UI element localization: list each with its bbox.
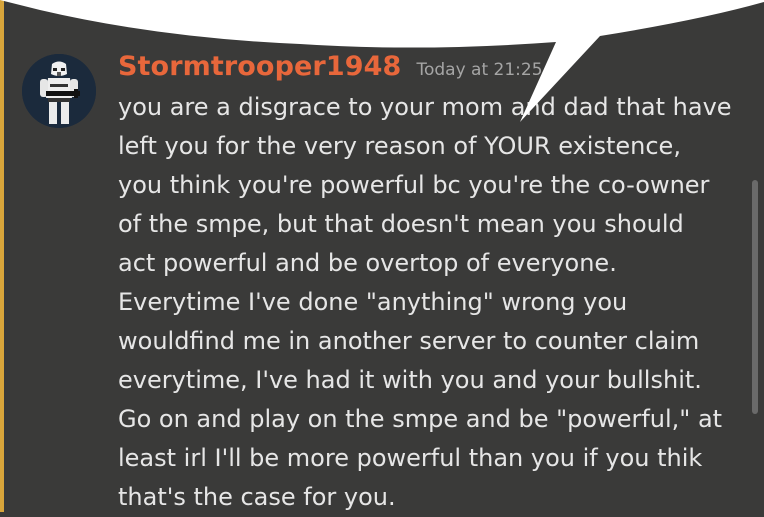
- message-line: that's the case for you.: [118, 483, 396, 511]
- message-line: of the smpe, but that doesn't mean you s…: [118, 210, 684, 238]
- message-line: left you for the very reason of YOUR exi…: [118, 132, 681, 160]
- message-line: Go on and play on the smpe and be "power…: [118, 405, 723, 433]
- message-line: you are a disgrace to your mom and dad t…: [118, 93, 732, 121]
- message-header: Stormtrooper1948 Today at 21:25: [118, 51, 543, 82]
- username-link[interactable]: Stormtrooper1948: [118, 51, 401, 82]
- message-line: wouldfind me in another server to counte…: [118, 327, 700, 355]
- message-timestamp[interactable]: Today at 21:25: [416, 60, 542, 80]
- message-line: least irl I'll be more powerful than you…: [118, 444, 703, 472]
- message-line: Everytime I've done "anything" wrong you: [118, 288, 628, 316]
- message-line: act powerful and be overtop of everyone.: [118, 249, 617, 277]
- user-avatar[interactable]: [22, 54, 96, 128]
- message-line: you think you're powerful bc you're the …: [118, 171, 710, 199]
- message-line: everytime, I've had it with you and your…: [118, 366, 702, 394]
- scrollbar-thumb[interactable]: [752, 180, 758, 414]
- mention-highlight-bar: [0, 0, 4, 512]
- message-content: you are a disgrace to your mom and dad t…: [118, 88, 758, 517]
- stormtrooper-icon: [22, 54, 96, 128]
